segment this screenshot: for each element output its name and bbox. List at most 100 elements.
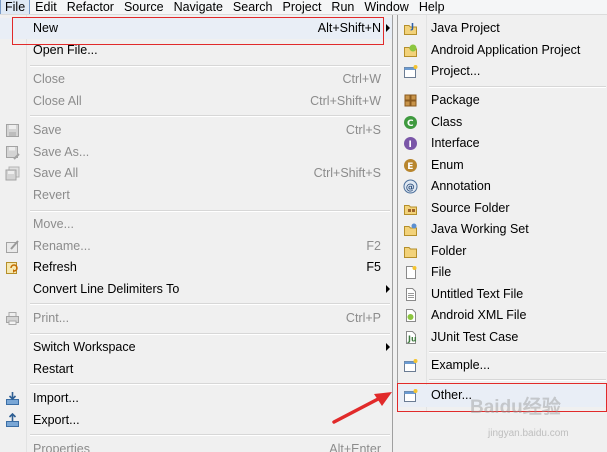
- package-icon: [404, 94, 417, 107]
- menu-navigate[interactable]: Navigate: [169, 0, 228, 14]
- watermark: Baidu经验: [470, 397, 561, 418]
- submenu-item-label: Android Application Project: [431, 42, 581, 57]
- menu-item-label: Open File...: [33, 43, 98, 57]
- menu-item-shortcut: Ctrl+Shift+S: [313, 166, 381, 180]
- menu-separator: [429, 379, 606, 381]
- menu-item-label: Save As...: [33, 145, 90, 159]
- menu-edit[interactable]: Edit: [30, 0, 62, 14]
- submenu-arrow-icon: [386, 343, 390, 351]
- submenu-item-class[interactable]: C Class: [398, 112, 607, 134]
- submenu-item-folder[interactable]: Folder: [398, 241, 607, 263]
- menu-item-save-all[interactable]: Save All Ctrl+Shift+S: [0, 163, 392, 184]
- watermark-url: jingyan.baidu.com: [488, 428, 569, 439]
- menu-item-rename[interactable]: Rename... F2: [0, 236, 392, 257]
- submenu-item-label: Source Folder: [431, 200, 510, 215]
- export-icon: [6, 413, 19, 427]
- menu-window[interactable]: Window: [359, 0, 413, 14]
- menu-search[interactable]: Search: [228, 0, 278, 14]
- submenu-item-annotation[interactable]: @ Annotation: [398, 176, 607, 198]
- menu-item-save[interactable]: Save Ctrl+S: [0, 120, 392, 141]
- submenu-arrow-icon: [386, 285, 390, 293]
- pointer-arrow-icon: [332, 392, 392, 424]
- menu-refactor[interactable]: Refactor: [62, 0, 119, 14]
- submenu-item-enum[interactable]: E Enum: [398, 155, 607, 177]
- menu-item-close-all[interactable]: Close All Ctrl+Shift+W: [0, 91, 392, 112]
- submenu-item-file[interactable]: File: [398, 262, 607, 284]
- file-menu: New Alt+Shift+N Open File... Close Ctrl+…: [0, 15, 393, 452]
- menu-separator: [30, 210, 390, 212]
- printer-icon: [6, 312, 19, 325]
- menu-item-save-as[interactable]: Save As...: [0, 142, 392, 163]
- annotation-icon: @: [403, 179, 418, 194]
- menu-item-refresh[interactable]: Refresh F5: [0, 257, 392, 278]
- interface-icon: I: [404, 137, 417, 150]
- menu-item-label: Properties: [33, 442, 90, 452]
- submenu-item-untitled-text-file[interactable]: Untitled Text File: [398, 284, 607, 306]
- menu-item-restart[interactable]: Restart: [0, 359, 392, 380]
- menu-item-revert[interactable]: Revert: [0, 185, 392, 206]
- submenu-item-example[interactable]: Example...: [398, 355, 607, 377]
- menu-help[interactable]: Help: [414, 0, 450, 14]
- java-project-icon: J: [404, 22, 417, 35]
- menu-item-label: Rename...: [33, 239, 91, 253]
- submenu-item-label: Interface: [431, 136, 480, 150]
- source-folder-icon: [404, 204, 417, 215]
- menu-item-move[interactable]: Move...: [0, 214, 392, 235]
- menu-separator: [30, 303, 390, 305]
- menu-item-label: Restart: [33, 362, 74, 376]
- save-icon: [6, 124, 19, 137]
- menu-separator: [30, 434, 390, 436]
- android-xml-icon: [406, 309, 416, 322]
- submenu-item-label: Folder: [431, 243, 467, 258]
- text-file-icon: [406, 287, 416, 301]
- submenu-item-android-application-project[interactable]: Android Application Project: [398, 40, 607, 62]
- file-icon: [406, 266, 417, 279]
- svg-text:C: C: [407, 119, 414, 129]
- svg-text:I: I: [409, 140, 412, 150]
- menu-separator: [30, 383, 390, 385]
- menu-item-label: Import...: [33, 391, 79, 405]
- menu-separator: [30, 333, 390, 335]
- folder-icon: [404, 246, 417, 258]
- menu-run[interactable]: Run: [326, 0, 359, 14]
- submenu-item-android-xml-file[interactable]: Android XML File: [398, 305, 607, 327]
- svg-text:@: @: [406, 183, 415, 193]
- submenu-item-label: Java Project: [431, 21, 500, 35]
- submenu-item-interface[interactable]: I Interface: [398, 133, 607, 155]
- submenu-item-label: Example...: [431, 358, 491, 372]
- submenu-item-java-project[interactable]: J Java Project: [398, 18, 607, 40]
- android-project-icon: [404, 44, 417, 57]
- menu-item-label: Save All: [33, 166, 79, 180]
- menu-item-switch-workspace[interactable]: Switch Workspace: [0, 337, 392, 358]
- menu-separator: [30, 65, 390, 67]
- svg-text:E: E: [407, 162, 413, 172]
- menu-item-close[interactable]: Close Ctrl+W: [0, 69, 392, 90]
- new-submenu: J Java Project Android Application Proje…: [397, 15, 607, 412]
- menu-file[interactable]: File: [0, 0, 31, 14]
- menubar: File Edit Refactor Source Navigate Searc…: [0, 0, 607, 15]
- svg-text:Ju: Ju: [407, 334, 417, 343]
- menu-item-label: Close: [33, 72, 65, 86]
- menu-separator: [30, 115, 390, 117]
- submenu-item-label: Annotation: [431, 179, 491, 193]
- svg-text:J: J: [410, 22, 414, 31]
- submenu-item-junit-test-case[interactable]: Ju JUnit Test Case: [398, 327, 607, 349]
- menu-source[interactable]: Source: [119, 0, 169, 14]
- submenu-item-project[interactable]: Project...: [398, 61, 607, 83]
- menu-item-label: Close All: [33, 94, 82, 108]
- menu-item-label: Refresh: [33, 260, 77, 274]
- enum-icon: E: [404, 158, 417, 172]
- menu-project[interactable]: Project: [278, 0, 327, 14]
- menu-item-shortcut: F2: [366, 239, 381, 253]
- menu-item-label: Switch Workspace: [33, 340, 136, 354]
- submenu-item-source-folder[interactable]: Source Folder: [398, 198, 607, 220]
- working-set-icon: [404, 223, 417, 236]
- menu-item-properties[interactable]: Properties Alt+Enter: [0, 439, 392, 452]
- submenu-item-package[interactable]: Package: [398, 90, 607, 112]
- menu-item-print[interactable]: Print... Ctrl+P: [0, 308, 392, 329]
- menu-item-label: Save: [33, 123, 62, 137]
- menu-item-label: Export...: [33, 413, 80, 427]
- submenu-item-java-working-set[interactable]: Java Working Set: [398, 219, 607, 241]
- menu-item-convert-line-delimiters[interactable]: Convert Line Delimiters To: [0, 279, 392, 300]
- refresh-icon: [6, 262, 18, 274]
